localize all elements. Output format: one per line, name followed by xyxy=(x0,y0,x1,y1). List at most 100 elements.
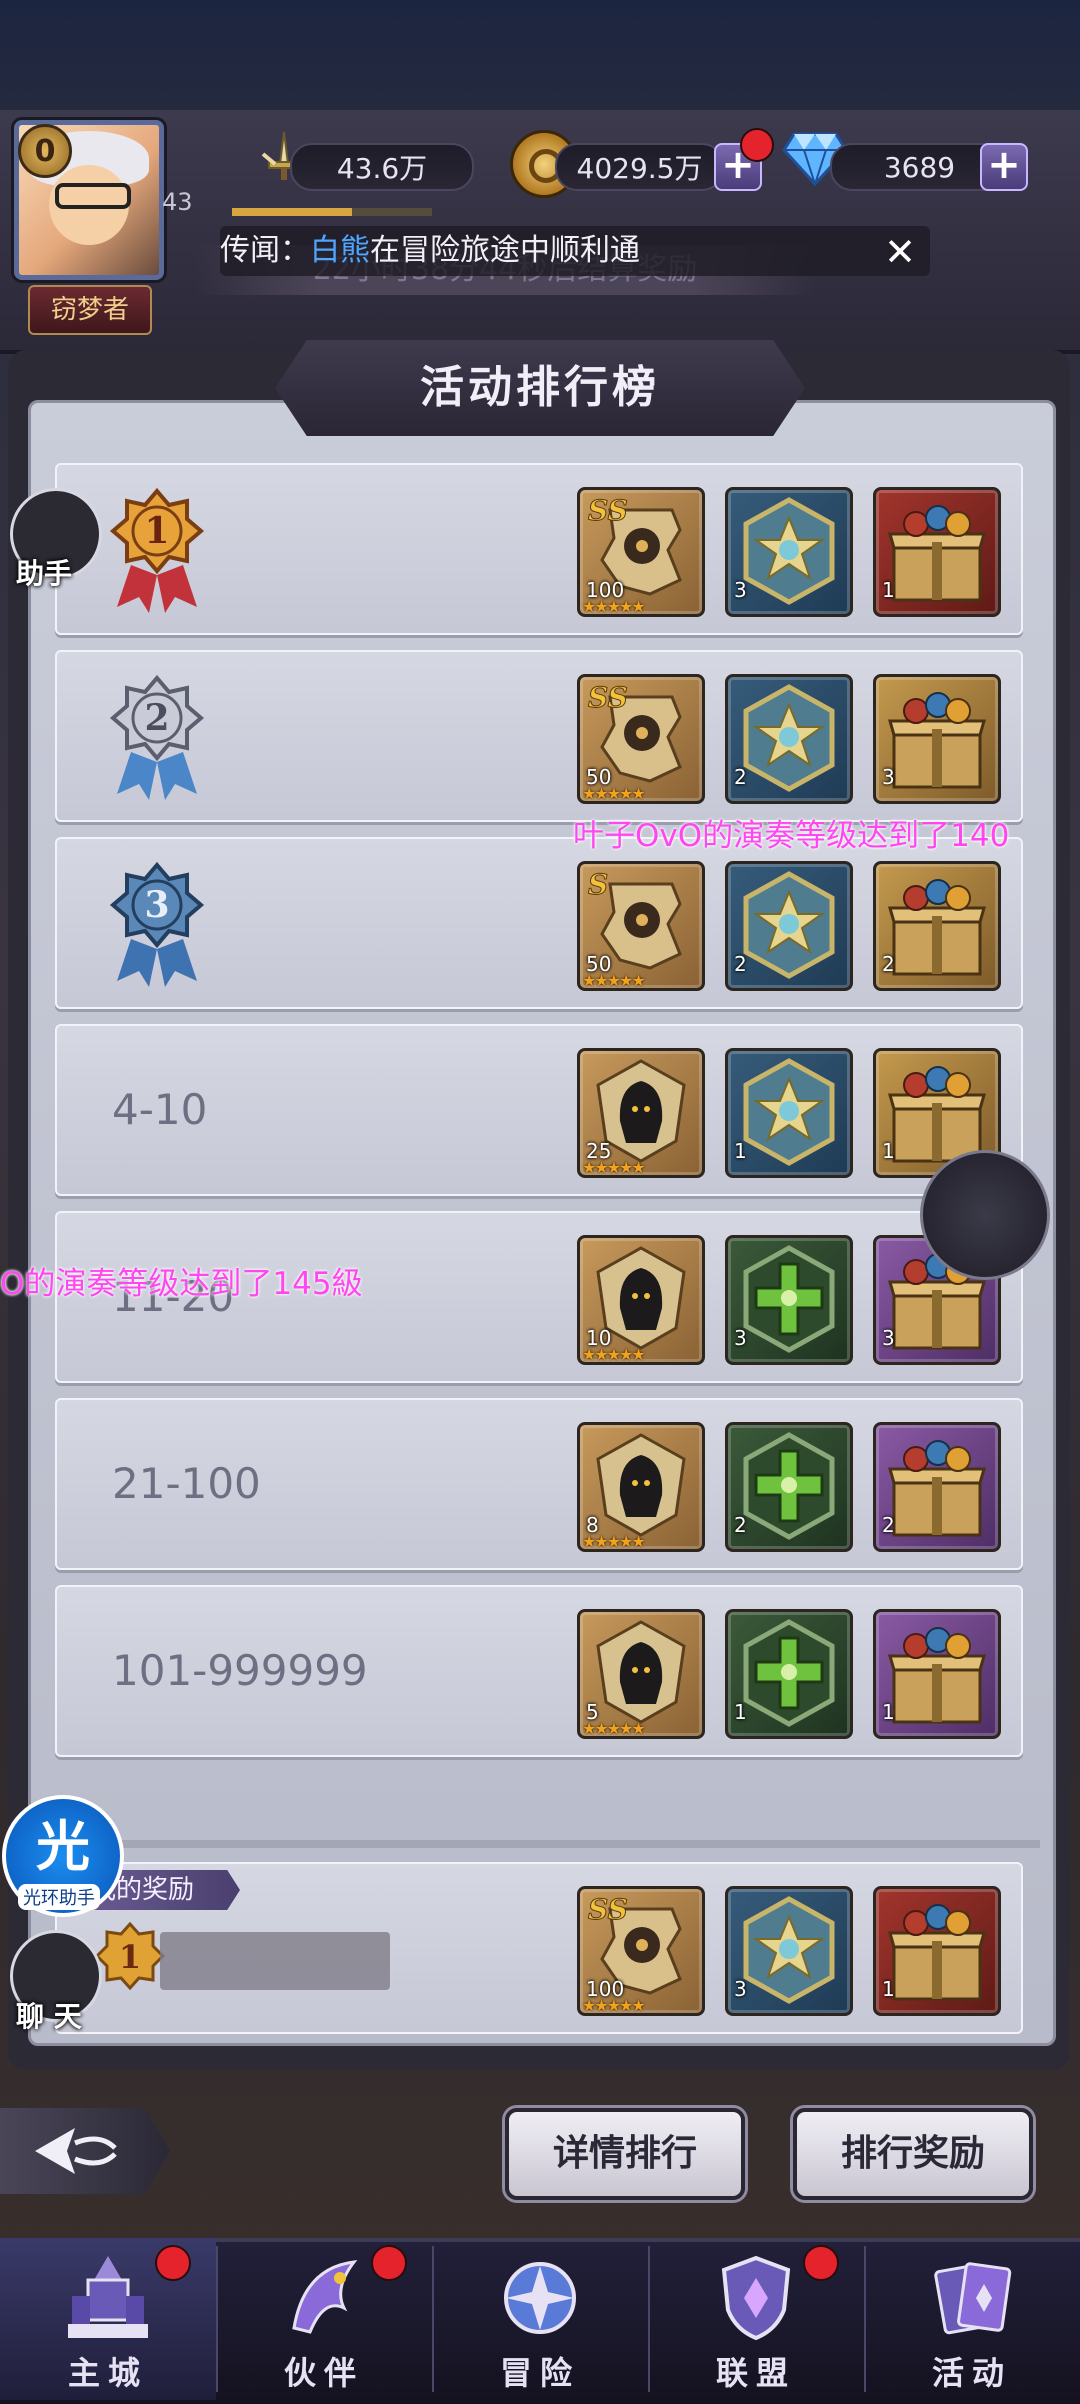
reward-count: 2 xyxy=(882,1513,895,1537)
nav-adventure[interactable]: 冒险 xyxy=(432,2238,648,2400)
reward-item[interactable]: 2 xyxy=(725,861,853,991)
svg-text:SS: SS xyxy=(588,681,628,714)
reward-count: 1 xyxy=(734,1700,747,1724)
reward-item[interactable]: 5 ★★★★★ xyxy=(577,1609,705,1739)
silver-medal-icon: 2 xyxy=(109,674,205,800)
close-icon[interactable]: ✕ xyxy=(880,232,920,272)
reward-stars: ★★★★★ xyxy=(582,1996,646,2015)
gold-medal-icon: 1 xyxy=(109,487,205,613)
reward-count: 2 xyxy=(734,765,747,789)
nav-divider xyxy=(864,2246,866,2392)
reward-count: 3 xyxy=(734,1977,747,2001)
notification-dot xyxy=(155,2245,191,2281)
medal-rank-number: 3 xyxy=(144,884,169,926)
rank-range-label: 21-100 xyxy=(112,1459,261,1508)
gold-medal-icon: 1 xyxy=(95,1921,165,1991)
nav-divider xyxy=(216,2246,218,2392)
castle-icon xyxy=(68,2256,148,2338)
rank-row: 3 S 50 ★★★★★ 2 2 xyxy=(55,837,1023,1009)
reward-item[interactable]: 10 ★★★★★ xyxy=(577,1235,705,1365)
back-button[interactable] xyxy=(0,2108,170,2194)
reward-item[interactable]: 3 xyxy=(725,1886,853,2016)
rank-row: 21-100 8 ★★★★★ 2 2 xyxy=(55,1398,1023,1570)
reward-count: 3 xyxy=(882,765,895,789)
ranking-rewards-button[interactable]: 排行奖励 xyxy=(793,2108,1033,2200)
reward-count: 3 xyxy=(734,1326,747,1350)
rank-row: 4-10 25 ★★★★★ 1 1 xyxy=(55,1024,1023,1196)
reward-item[interactable]: 1 xyxy=(873,487,1001,617)
rank-row: 101-999999 5 ★★★★★ 1 1 xyxy=(55,1585,1023,1757)
reward-item[interactable]: S 50 ★★★★★ xyxy=(577,861,705,991)
reward-item[interactable]: 2 xyxy=(873,861,1001,991)
reward-count: 1 xyxy=(882,1700,895,1724)
halo-assistant-label: 光环助手 xyxy=(18,1884,100,1910)
notification-dot xyxy=(371,2245,407,2281)
medal-rank-number: 1 xyxy=(144,510,169,552)
vip-badge[interactable]: 0 xyxy=(18,124,72,178)
title-badge[interactable]: 窃梦者 xyxy=(28,285,152,335)
rumor-player-name[interactable]: 白熊 xyxy=(310,233,370,268)
nav-divider xyxy=(432,2246,434,2392)
reward-count: 1 xyxy=(882,1977,895,2001)
reward-count: 3 xyxy=(734,578,747,602)
nav-label: 联盟 xyxy=(715,2354,796,2392)
cards-icon xyxy=(934,2262,1012,2335)
power-display: 43.6万 xyxy=(290,143,474,191)
reward-item[interactable]: 1 xyxy=(725,1048,853,1178)
reward-stars: ★★★★★ xyxy=(582,1345,646,1364)
assistant-label: 助手 xyxy=(16,557,73,590)
rank-row: 1 SS 100 ★★★★★ 3 1 xyxy=(55,463,1023,635)
page-title: 活动排行榜 xyxy=(275,340,805,436)
rank-row: 2 SS 50 ★★★★★ 2 3 xyxy=(55,650,1023,822)
detail-ranking-button[interactable]: 详情排行 xyxy=(505,2108,745,2200)
reward-item[interactable]: 25 ★★★★★ xyxy=(577,1048,705,1178)
reward-stars: ★★★★★ xyxy=(582,1532,646,1551)
nav-activity[interactable]: 活动 xyxy=(864,2238,1080,2400)
rank-range-label: 4-10 xyxy=(112,1085,208,1134)
chat-ticker-message: 叶子OvO的演奏等级达到了140 xyxy=(573,818,1010,854)
reward-count: 1 xyxy=(882,578,895,602)
notification-dot xyxy=(740,128,774,162)
reward-stars: ★★★★★ xyxy=(582,597,646,616)
reward-item[interactable]: 3 xyxy=(725,1235,853,1365)
chat-label: 聊 天 xyxy=(16,2000,82,2033)
reward-item[interactable]: SS 50 ★★★★★ xyxy=(577,674,705,804)
reward-item[interactable]: 1 xyxy=(725,1609,853,1739)
bronze-medal-icon: 3 xyxy=(109,861,205,987)
reward-item[interactable]: 1 xyxy=(873,1886,1001,2016)
nav-label: 伙伴 xyxy=(283,2354,364,2392)
my-rank-number: 1 xyxy=(119,1938,141,1976)
rumor-text: 在冒险旅途中顺利通 xyxy=(370,233,640,268)
svg-text:SS: SS xyxy=(588,494,628,527)
exp-bar-fill xyxy=(232,208,352,216)
witch-hat-icon xyxy=(292,2260,358,2334)
reward-item[interactable]: 2 xyxy=(725,674,853,804)
rank-range-label: 101-999999 xyxy=(112,1646,368,1695)
notification-dot xyxy=(803,2245,839,2281)
medal-rank-number: 2 xyxy=(144,697,169,739)
nav-label: 冒险 xyxy=(499,2354,580,2392)
pet-mascot-button[interactable] xyxy=(920,1150,1050,1280)
add-gem-button[interactable]: + xyxy=(980,143,1028,191)
gold-display: 4029.5万 xyxy=(555,143,724,191)
reward-item[interactable]: 2 xyxy=(725,1422,853,1552)
reward-item[interactable]: 1 xyxy=(873,1609,1001,1739)
reward-item[interactable]: SS 100 ★★★★★ xyxy=(577,487,705,617)
nav-label: 主城 xyxy=(67,2354,148,2392)
nav-divider xyxy=(648,2246,650,2392)
reward-count: 2 xyxy=(734,952,747,976)
player-level: 43 xyxy=(162,188,193,216)
compass-icon xyxy=(504,2262,576,2334)
svg-text:SS: SS xyxy=(588,1893,628,1926)
reward-item[interactable]: 2 xyxy=(873,1422,1001,1552)
reward-item[interactable]: 3 xyxy=(873,674,1001,804)
reward-item[interactable]: SS 100 ★★★★★ xyxy=(577,1886,705,2016)
back-arrow-icon xyxy=(35,2128,117,2174)
reward-item[interactable]: 3 xyxy=(725,487,853,617)
reward-item[interactable]: 8 ★★★★★ xyxy=(577,1422,705,1552)
rumor-marquee: 传闻：白熊在冒险旅途中顺利通 xyxy=(220,226,930,276)
svg-text:S: S xyxy=(588,868,608,901)
reward-count: 1 xyxy=(882,1139,895,1163)
list-divider xyxy=(40,1840,1040,1848)
reward-count: 2 xyxy=(882,952,895,976)
